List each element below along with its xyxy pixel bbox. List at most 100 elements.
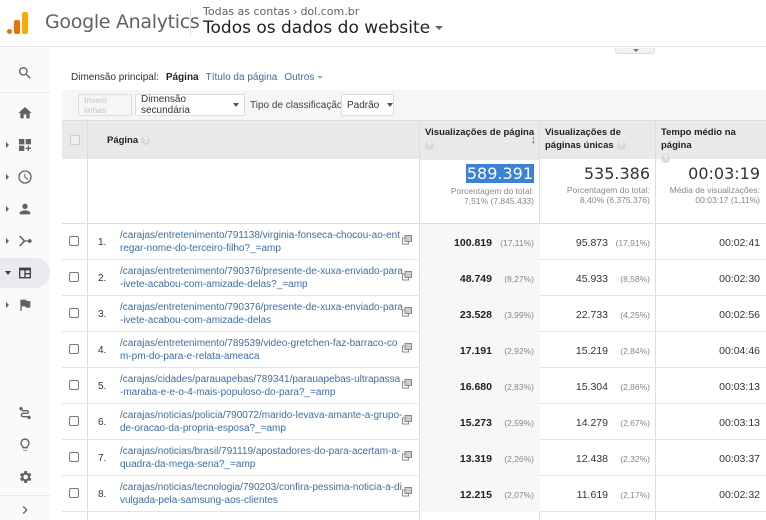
unique-pageviews-value: 12.438: [575, 453, 608, 465]
total-unique-pageviews: 535.386 Porcentagem do total: 8,40% (6.3…: [540, 159, 656, 224]
acquisition-icon: [19, 235, 32, 247]
table-row: 3. /carajas/entretenimento/790376/presen…: [62, 296, 766, 332]
pageviews-value: 48.749: [459, 273, 492, 285]
open-external-icon[interactable]: [402, 379, 412, 389]
chevron-right-icon: ›: [293, 5, 298, 18]
page-link[interactable]: /carajas/noticias/tecnologia/790203/conf…: [120, 481, 403, 507]
column-header-unique-pageviews[interactable]: Visualizações de páginas únicas?: [540, 121, 656, 160]
pageviews-cell: 23.528 (3,99%): [420, 296, 540, 332]
total-unique-value: 535.386: [583, 164, 650, 183]
column-header-pageviews[interactable]: Visualizações de página? ↓: [420, 121, 540, 160]
open-external-icon[interactable]: [402, 235, 412, 245]
row-checkbox[interactable]: [69, 344, 79, 354]
breadcrumb[interactable]: Todas as contas › dol.com.br: [203, 5, 359, 18]
breadcrumb-property[interactable]: dol.com.br: [300, 5, 359, 18]
lightbulb-icon: [20, 438, 30, 451]
behavior-icon: [19, 267, 31, 279]
select-all-checkbox[interactable]: [70, 135, 80, 145]
help-icon[interactable]: ?: [141, 135, 151, 145]
page-link[interactable]: /carajas/entretenimento/790376/presente-…: [120, 265, 403, 291]
sort-type-dropdown[interactable]: Padrão: [341, 94, 394, 116]
sort-type-value: Padrão: [347, 99, 380, 111]
row-checkbox[interactable]: [69, 488, 79, 498]
dimension-page-title[interactable]: Título da página: [206, 72, 278, 83]
column-avg-time-label: Tempo médio na página: [661, 127, 736, 151]
sidebar-audience[interactable]: [0, 194, 50, 224]
pageviews-percent: (17,11%): [500, 238, 534, 248]
row-number: 3.: [98, 309, 107, 320]
row-number: 4.: [98, 345, 107, 356]
sidebar-conversions[interactable]: [0, 290, 50, 320]
open-external-icon[interactable]: [402, 271, 412, 281]
unique-pageviews-percent: (2,17%): [620, 490, 650, 500]
sidebar-home[interactable]: [0, 98, 50, 128]
analytics-logo-icon[interactable]: [7, 10, 31, 34]
sidebar-admin[interactable]: [0, 462, 50, 492]
table-row: 2. /carajas/entretenimento/790376/presen…: [62, 260, 766, 296]
dimension-other[interactable]: Outros: [284, 72, 324, 83]
page-link[interactable]: /carajas/entretenimento/791138/virginia-…: [120, 229, 403, 255]
expand-arrow-icon: [6, 174, 9, 180]
row-checkbox[interactable]: [69, 272, 79, 282]
pageviews-value: 13.319: [459, 453, 492, 465]
row-checkbox[interactable]: [69, 236, 79, 246]
total-avg-time: 00:03:19 Média de visualizações: 00:03:1…: [656, 159, 766, 224]
divider: [0, 495, 50, 496]
help-icon[interactable]: ?: [616, 140, 626, 150]
pageviews-cell: 12.215 (2,07%): [420, 476, 540, 512]
table-toolbar: Inserir linhas Dimensão secundária Tipo …: [62, 90, 766, 120]
view-selector[interactable]: Todos os dados do website: [203, 18, 444, 38]
column-header-avg-time[interactable]: Tempo médio na página?: [656, 121, 766, 163]
page-link[interactable]: /carajas/entretenimento/790376/presente-…: [120, 301, 403, 327]
avg-time-value: 00:02:56: [719, 309, 760, 321]
row-checkbox[interactable]: [69, 452, 79, 462]
open-external-icon[interactable]: [402, 307, 412, 317]
gear-icon: [19, 471, 32, 483]
row-number: 7.: [98, 453, 107, 464]
page-link[interactable]: /carajas/entretenimento/789539/video-gre…: [120, 337, 403, 363]
sidebar-behavior[interactable]: [0, 258, 50, 288]
row-number: 8.: [98, 489, 107, 500]
sidebar-attribution[interactable]: [0, 398, 50, 428]
column-pageviews-label: Visualizações de página: [425, 127, 535, 138]
collapse-chart-button[interactable]: [615, 48, 655, 54]
row-number: 1.: [98, 237, 107, 248]
sidebar-search[interactable]: [0, 58, 50, 88]
sidebar-discover[interactable]: [0, 430, 50, 460]
open-external-icon[interactable]: [402, 451, 412, 461]
expand-arrow-icon: [6, 142, 9, 148]
secondary-dimension-dropdown[interactable]: Dimensão secundária: [135, 94, 245, 116]
avg-time-value: 00:03:13: [719, 381, 760, 393]
primary-dimension-label: Dimensão principal:: [71, 72, 159, 83]
row-checkbox[interactable]: [69, 380, 79, 390]
page-link[interactable]: /carajas/noticias/brasil/791119/apostado…: [120, 445, 403, 471]
open-external-icon[interactable]: [402, 487, 412, 497]
clock-icon: [18, 170, 32, 184]
table-row-partial: [62, 408, 766, 448]
unique-pageviews-value: 22.733: [575, 309, 608, 321]
pageviews-percent: (2,92%): [504, 346, 534, 356]
chevron-right-icon: [22, 506, 28, 514]
help-icon[interactable]: ?: [425, 140, 434, 150]
expand-arrow-icon: [6, 302, 9, 308]
avg-time-value: 00:02:30: [719, 273, 760, 285]
page-link[interactable]: [120, 413, 123, 424]
page-link[interactable]: /carajas/cidades/parauapebas/789341/para…: [120, 373, 403, 399]
sidebar-expand[interactable]: [0, 500, 50, 520]
sidebar-realtime[interactable]: [0, 162, 50, 192]
pageviews-value: 16.680: [459, 381, 492, 393]
insert-rows-button[interactable]: Inserir linhas: [78, 94, 132, 116]
open-external-icon[interactable]: [402, 343, 412, 353]
unique-pageviews-percent: (17,91%): [615, 238, 651, 248]
top-bar: Google Analytics Todas as contas › dol.com…: [0, 0, 766, 47]
sidebar-acquisition[interactable]: [0, 226, 50, 256]
total-avg-time-value: 00:03:19: [688, 164, 760, 183]
pageviews-value: 17.191: [459, 345, 492, 357]
avg-time-value: 00:02:32: [719, 489, 760, 501]
breadcrumb-account[interactable]: Todas as contas: [203, 5, 290, 18]
sort-descending-icon[interactable]: ↓: [531, 134, 537, 147]
total-pageviews-caption: Porcentagem do total:: [450, 186, 534, 196]
sidebar-customization[interactable]: [0, 130, 50, 160]
pageviews-percent: (2,07%): [504, 490, 534, 500]
row-checkbox[interactable]: [69, 308, 79, 318]
